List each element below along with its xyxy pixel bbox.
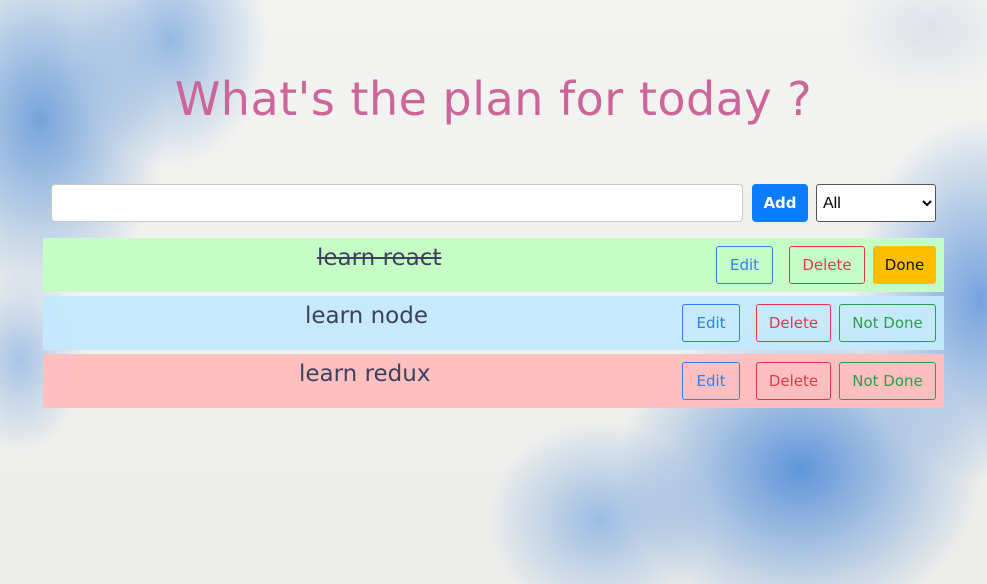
todo-row: learn node Edit Delete Not Done xyxy=(43,296,944,350)
done-button[interactable]: Done xyxy=(873,246,936,284)
todo-input[interactable] xyxy=(51,184,743,222)
delete-button[interactable]: Delete xyxy=(789,246,865,284)
todo-row: learn react Edit Delete Done xyxy=(43,238,944,292)
not-done-button[interactable]: Not Done xyxy=(839,304,936,342)
todo-text: learn react xyxy=(317,245,442,271)
filter-select[interactable]: All xyxy=(816,184,936,222)
todo-text: learn node xyxy=(305,303,428,329)
add-button[interactable]: Add xyxy=(752,184,808,222)
edit-button[interactable]: Edit xyxy=(682,304,740,342)
delete-button[interactable]: Delete xyxy=(756,304,831,342)
edit-button[interactable]: Edit xyxy=(716,246,773,284)
todo-text: learn redux xyxy=(299,361,431,387)
todo-row: learn redux Edit Delete Not Done xyxy=(43,354,944,408)
edit-button[interactable]: Edit xyxy=(682,362,740,400)
delete-button[interactable]: Delete xyxy=(756,362,831,400)
page-title: What's the plan for today ? xyxy=(174,72,813,126)
not-done-button[interactable]: Not Done xyxy=(839,362,936,400)
